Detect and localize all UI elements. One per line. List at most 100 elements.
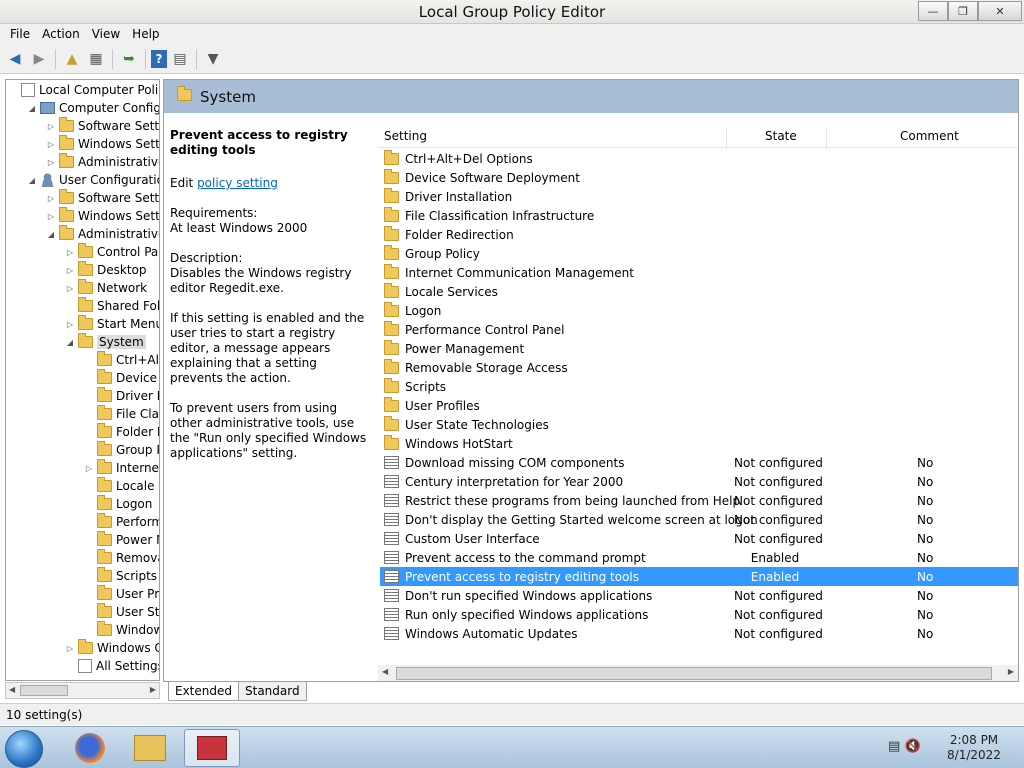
table-row[interactable]: Restrict these programs from being launc… (380, 491, 1018, 510)
scroll-left-icon[interactable]: ◀ (382, 667, 388, 676)
filter-icon[interactable]: ▼ (202, 48, 224, 70)
list-item[interactable]: Performance Control Panel (380, 320, 1018, 339)
tree-node[interactable]: Local Computer Policy (8, 81, 159, 99)
collapsed-arrow-icon[interactable]: ▷ (65, 266, 75, 275)
network-icon[interactable]: ▤ (888, 739, 900, 754)
tree-node[interactable]: ◢ User Configuration (27, 171, 159, 189)
tree-node[interactable]: Shared Folder (65, 297, 159, 315)
table-row[interactable]: Run only specified Windows applications N… (380, 605, 1018, 624)
tree-node[interactable]: Logon (84, 495, 152, 513)
column-divider[interactable] (726, 129, 727, 149)
tree-node[interactable]: ▷ Software Settings (46, 117, 159, 135)
tab-extended[interactable]: Extended (168, 682, 239, 701)
table-row[interactable]: Century interpretation for Year 2000 Not … (380, 472, 1018, 491)
export-list-icon[interactable]: ➥ (118, 48, 140, 70)
collapsed-arrow-icon[interactable]: ▷ (65, 284, 75, 293)
column-header-comment[interactable]: Comment (900, 129, 959, 143)
tree-node[interactable]: Windows (84, 621, 159, 639)
tree-node[interactable]: Power Ma (84, 531, 159, 549)
tab-standard[interactable]: Standard (238, 682, 307, 701)
table-row[interactable]: Download missing COM components Not confi… (380, 453, 1018, 472)
list-item[interactable]: Internet Communication Management (380, 263, 1018, 282)
expanded-arrow-icon[interactable]: ◢ (27, 104, 37, 113)
list-item[interactable]: Driver Installation (380, 187, 1018, 206)
table-row[interactable]: Custom User Interface Not configured No (380, 529, 1018, 548)
table-row[interactable]: Don't display the Getting Started welcom… (380, 510, 1018, 529)
expanded-arrow-icon[interactable]: ◢ (27, 176, 37, 185)
list-horizontal-scrollbar[interactable]: ◀ ▶ (378, 665, 1018, 681)
expanded-arrow-icon[interactable]: ◢ (65, 338, 75, 347)
column-divider[interactable] (826, 129, 827, 149)
column-header-state[interactable]: State (765, 129, 797, 143)
list-item[interactable]: Locale Services (380, 282, 1018, 301)
tree-node[interactable]: Device So (84, 369, 159, 387)
tree-node[interactable]: ▷ Control Panel (65, 243, 159, 261)
tree-node[interactable]: All Settings (65, 657, 159, 675)
taskbar-firefox[interactable] (62, 729, 118, 767)
list-item[interactable]: Scripts (380, 377, 1018, 396)
minimize-button[interactable]: — (918, 1, 948, 21)
list-item[interactable]: User State Technologies (380, 415, 1018, 434)
tree-node[interactable]: ▷ Administrative Te (46, 153, 159, 171)
menu-action[interactable]: Action (36, 27, 86, 41)
tree-node[interactable]: Locale Ser (84, 477, 159, 495)
table-row[interactable]: Don't run specified Windows applications… (380, 586, 1018, 605)
tree-node[interactable]: ◢ Computer Configura (27, 99, 159, 117)
collapsed-arrow-icon[interactable]: ▷ (46, 158, 56, 167)
tree-node[interactable]: ◢ Administrative Te (46, 225, 159, 243)
table-row[interactable]: Prevent access to registry editing tools… (380, 567, 1018, 586)
list-item[interactable]: Ctrl+Alt+Del Options (380, 149, 1018, 168)
scroll-thumb[interactable] (396, 667, 992, 680)
tree-node[interactable]: File Classi (84, 405, 159, 423)
list-item[interactable]: User Profiles (380, 396, 1018, 415)
collapsed-arrow-icon[interactable]: ▷ (65, 248, 75, 257)
tree-node[interactable]: ▷ Network (65, 279, 147, 297)
collapsed-arrow-icon[interactable]: ▷ (46, 122, 56, 131)
collapsed-arrow-icon[interactable]: ▷ (65, 320, 75, 329)
list-item[interactable]: Folder Redirection (380, 225, 1018, 244)
scroll-right-icon[interactable]: ▶ (1008, 667, 1014, 676)
list-item[interactable]: Windows HotStart (380, 434, 1018, 453)
restore-button[interactable]: ❐ (948, 1, 978, 21)
tree-node[interactable]: ◢ System (65, 333, 146, 351)
help-icon[interactable]: ? (151, 49, 167, 68)
back-arrow-icon[interactable]: ◀ (4, 48, 26, 70)
show-hide-tree-icon[interactable]: ▦ (85, 48, 107, 70)
tree-node[interactable]: Removabl (84, 549, 159, 567)
tree-node[interactable]: Scripts (84, 567, 157, 585)
tree-node[interactable]: ▷ Software Settings (46, 189, 159, 207)
volume-muted-icon[interactable]: 🔇 (904, 739, 920, 754)
tree-node[interactable]: User State (84, 603, 159, 621)
taskbar-explorer[interactable] (122, 729, 178, 767)
forward-arrow-icon[interactable]: ▶ (28, 48, 50, 70)
collapsed-arrow-icon[interactable]: ▷ (46, 194, 56, 203)
properties-icon[interactable]: ▤ (169, 48, 191, 70)
tree-node[interactable]: ▷ Internet C (84, 459, 159, 477)
tree-node[interactable]: ▷ Windows Setting (46, 135, 159, 153)
collapsed-arrow-icon[interactable]: ▷ (65, 644, 75, 653)
scroll-left-icon[interactable]: ◀ (9, 685, 15, 694)
scroll-thumb[interactable] (20, 685, 68, 696)
policy-setting-link[interactable]: policy setting (197, 176, 278, 190)
tree-node[interactable]: Folder Red (84, 423, 159, 441)
menu-file[interactable]: File (4, 27, 36, 41)
expanded-arrow-icon[interactable]: ◢ (46, 230, 56, 239)
collapsed-arrow-icon[interactable]: ▷ (84, 464, 94, 473)
tree-node[interactable]: ▷ Start Menu ar (65, 315, 159, 333)
list-item[interactable]: Group Policy (380, 244, 1018, 263)
column-header-setting[interactable]: Setting (384, 129, 427, 143)
scroll-right-icon[interactable]: ▶ (150, 685, 156, 694)
collapsed-arrow-icon[interactable]: ▷ (46, 140, 56, 149)
taskbar-group-policy[interactable] (184, 729, 240, 767)
menu-view[interactable]: View (86, 27, 126, 41)
tree-node[interactable]: User Profi (84, 585, 159, 603)
list-item[interactable]: Power Management (380, 339, 1018, 358)
list-item[interactable]: Logon (380, 301, 1018, 320)
list-item[interactable]: Device Software Deployment (380, 168, 1018, 187)
start-button[interactable] (5, 730, 43, 768)
tree-node[interactable]: Performar (84, 513, 159, 531)
menu-help[interactable]: Help (126, 27, 165, 41)
clock[interactable]: 2:08 PM 8/1/2022 (944, 733, 1004, 763)
tree-node[interactable]: Ctrl+Alt+I (84, 351, 159, 369)
up-folder-icon[interactable]: ▲ (61, 48, 83, 70)
